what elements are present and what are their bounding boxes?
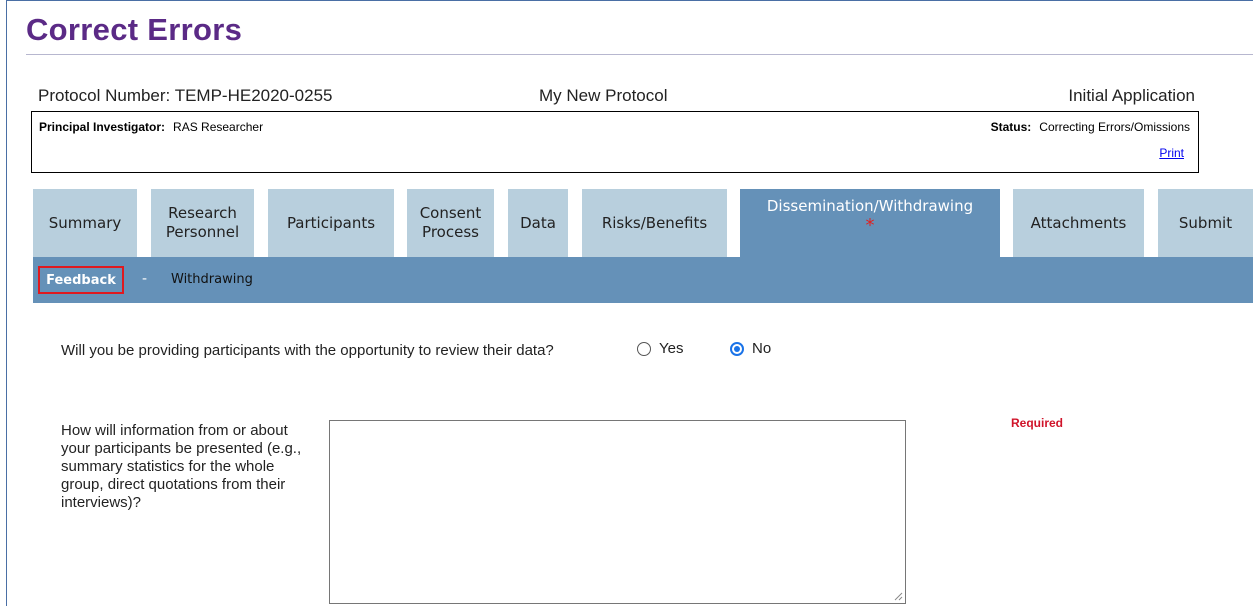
tab-dissemination-withdrawing[interactable]: Dissemination/Withdrawing * [740,189,1000,257]
tab-label: Risks/Benefits [601,213,708,232]
tab-risks-benefits[interactable]: Risks/Benefits [582,189,727,257]
protocol-info-box: Principal Investigator: RAS Researcher St… [31,111,1199,173]
tab-data[interactable]: Data [508,189,568,257]
tab-label: Research Personnel [165,204,240,241]
tab-label: Summary [48,213,122,232]
presentation-question: How will information from or about your … [61,422,302,511]
tab-bar: Summary Research Personnel Participants … [33,189,1253,257]
radio-circle-icon[interactable] [637,341,651,356]
pi-label: Principal Investigator: [39,120,166,134]
status-value: Correcting Errors/Omissions [1039,120,1190,134]
principal-investigator: Principal Investigator: RAS Researcher [39,120,263,134]
tab-label: Participants [286,213,376,232]
radio-no[interactable]: No [730,340,771,357]
radio-label: No [752,340,772,357]
subtab-separator: - [142,271,148,287]
required-indicator: Required [1011,416,1064,430]
protocol-type: Initial Application [1068,86,1195,105]
status-label: Status: [990,120,1032,134]
tab-label: Attachments [1030,213,1127,232]
resize-grip-icon[interactable] [893,591,903,601]
tab-research-personnel[interactable]: Research Personnel [151,189,254,257]
tab-consent-process[interactable]: Consent Process [407,189,494,257]
tab-participants[interactable]: Participants [268,189,394,257]
presentation-answer-textarea[interactable] [329,420,906,604]
tab-label: Consent Process [419,204,482,241]
subtab-feedback[interactable]: Feedback [38,266,124,294]
review-data-question: Will you be providing participants with … [61,342,554,359]
subtab-bar: Feedback - Withdrawing [33,257,1253,303]
tab-label: Data [520,213,556,232]
radio-circle-selected-icon[interactable] [730,341,744,356]
required-asterisk-icon: * [865,215,875,236]
protocol-name: My New Protocol [539,86,668,105]
tab-submit[interactable]: Submit [1158,189,1253,257]
tab-attachments[interactable]: Attachments [1013,189,1144,257]
radio-yes[interactable]: Yes [637,340,683,357]
print-link[interactable]: Print [1159,146,1184,160]
status: Status: Correcting Errors/Omissions [991,120,1190,134]
page-title: Correct Errors [26,12,243,47]
subtab-withdrawing[interactable]: Withdrawing [171,272,253,287]
tab-summary[interactable]: Summary [33,189,137,257]
title-divider [26,54,1253,55]
protocol-number: Protocol Number: TEMP-HE2020-0255 [38,86,333,105]
tab-label: Dissemination/Withdrawing [766,197,974,215]
radio-label: Yes [659,340,684,357]
tab-label: Submit [1178,213,1233,232]
pi-value: RAS Researcher [173,120,264,134]
